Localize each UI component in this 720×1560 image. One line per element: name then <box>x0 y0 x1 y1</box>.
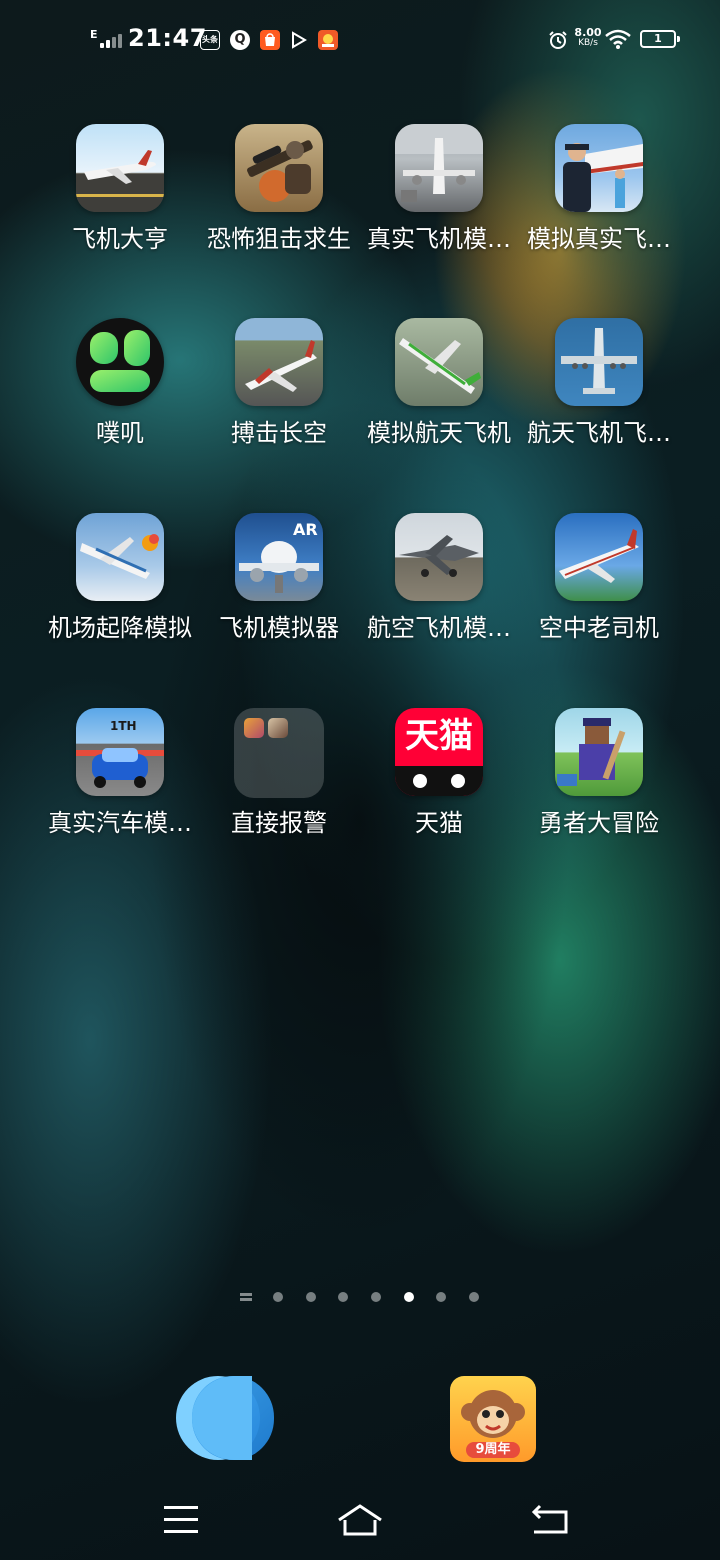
net-speed: 8.00 KB/s <box>574 27 602 49</box>
green-plane-app-icon <box>395 318 483 406</box>
tmall-cat-face <box>395 766 483 796</box>
home-button[interactable] <box>335 1500 385 1540</box>
airliner-flying-app-icon <box>555 513 643 601</box>
flight-simulator-app-icon: AR <box>235 513 323 601</box>
app-tmall[interactable]: 天猫 天猫 <box>359 708 519 898</box>
app-feiji-moniqi[interactable]: AR 飞机模拟器 <box>199 513 359 703</box>
app-label: 天猫 <box>415 809 463 837</box>
app-feiji-dahang[interactable]: 飞机大亨 <box>40 124 200 314</box>
network-type: E <box>90 28 98 41</box>
toutiao-icon: 头条 <box>200 30 220 50</box>
fighter-jet-app-icon <box>395 513 483 601</box>
app-label: 航空飞机模… <box>367 614 511 642</box>
folder-icon <box>234 708 324 798</box>
tmall-icon-text: 天猫 <box>405 716 473 756</box>
game-app-icon <box>318 30 338 50</box>
app-puji[interactable]: 噗叽 <box>40 318 200 508</box>
app-label: 真实汽车模… <box>48 809 192 837</box>
back-button[interactable] <box>526 1500 576 1540</box>
back-icon <box>531 1504 568 1534</box>
app-label: 勇者大冒险 <box>539 809 659 837</box>
app-label: 直接报警 <box>231 809 327 837</box>
dock-assistant-app[interactable] <box>176 1376 276 1462</box>
puji-app-icon <box>76 318 164 406</box>
tmall-app-icon: 天猫 <box>395 708 483 796</box>
app-label: 模拟真实飞… <box>527 225 671 253</box>
home-icon <box>338 1504 382 1536</box>
app-hangtian-feiji-fei[interactable]: 航天飞机飞… <box>519 318 679 508</box>
wifi-icon <box>604 28 632 50</box>
app-label: 真实飞机模… <box>367 225 511 253</box>
page-dot[interactable] <box>469 1292 479 1302</box>
jet-airport-app-icon <box>395 124 483 212</box>
app-jichang-qijiang[interactable]: 机场起降模拟 <box>40 513 200 703</box>
airliner-runway-app-icon <box>235 318 323 406</box>
page-dot[interactable] <box>273 1292 283 1302</box>
page-indicator-lines-icon[interactable] <box>240 1293 252 1301</box>
status-bar: E 21:47 头条 Q 8.00 KB/s 1 <box>0 0 720 80</box>
page-dot[interactable] <box>371 1292 381 1302</box>
app-zhenshi-feiji-mo[interactable]: 真实飞机模… <box>359 124 519 314</box>
airliner-app-icon <box>76 124 164 212</box>
page-dot[interactable] <box>436 1292 446 1302</box>
page-dot[interactable] <box>338 1292 348 1302</box>
app-yongzhe-da-maoxian[interactable]: 勇者大冒险 <box>519 708 679 898</box>
app-moni-hangtian-feiji[interactable]: 模拟航天飞机 <box>359 318 519 508</box>
video-play-icon <box>288 30 308 50</box>
folder-app-thumb-icon <box>244 718 264 738</box>
race-car-app-icon: 1TH <box>76 708 164 796</box>
page-indicator <box>0 1286 720 1308</box>
clock: 21:47 <box>128 24 207 52</box>
cellular-signal-icon: E <box>90 28 124 48</box>
app-label: 飞机模拟器 <box>219 614 339 642</box>
cargo-plane-app-icon <box>555 318 643 406</box>
browser-q-icon: Q <box>230 30 250 50</box>
app-label: 空中老司机 <box>539 614 659 642</box>
net-speed-value: 8.00 <box>574 26 602 39</box>
app-moni-zhenshi-fei[interactable]: 模拟真实飞… <box>519 124 679 314</box>
navigation-bar <box>0 1480 720 1560</box>
menu-icon <box>164 1506 198 1533</box>
app-label: 机场起降模拟 <box>48 614 192 642</box>
page-dot-active[interactable] <box>404 1292 414 1302</box>
pilot-app-icon <box>555 124 643 212</box>
app-boji-changkong[interactable]: 搏击长空 <box>199 318 359 508</box>
app-label: 搏击长空 <box>231 419 327 447</box>
alarm-icon <box>548 30 568 50</box>
app-kongzhong-lao-siji[interactable]: 空中老司机 <box>519 513 679 703</box>
crash-plane-app-icon <box>76 513 164 601</box>
hero-adventure-app-icon <box>555 708 643 796</box>
page-dot[interactable] <box>306 1292 316 1302</box>
folder-zhijie-baojing[interactable]: 直接报警 <box>199 708 359 898</box>
shop-icon <box>260 30 280 50</box>
app-hangkong-feiji-mo[interactable]: 航空飞机模… <box>359 513 519 703</box>
app-label: 噗叽 <box>96 419 144 447</box>
battery-icon: 1 <box>640 30 680 48</box>
net-speed-unit: KB/s <box>578 38 598 48</box>
ar-badge: AR <box>293 520 318 539</box>
app-label: 模拟航天飞机 <box>367 419 511 447</box>
app-label: 恐怖狙击求生 <box>207 225 351 253</box>
anniversary-badge: 9周年 <box>475 1442 511 1457</box>
app-zhenshi-qiche-mo[interactable]: 1TH 真实汽车模… <box>40 708 200 898</box>
battery-level: 1 <box>654 32 662 45</box>
app-label: 飞机大亨 <box>72 225 168 253</box>
sniper-app-icon <box>235 124 323 212</box>
dock-monkey-app[interactable]: 9周年 <box>450 1376 536 1462</box>
app-kongbu-juji[interactable]: 恐怖狙击求生 <box>199 124 359 314</box>
app-label: 航天飞机飞… <box>527 419 671 447</box>
menu-button[interactable] <box>156 1500 206 1540</box>
folder-app-thumb-icon <box>268 718 288 738</box>
race-badge: 1TH <box>110 719 137 733</box>
